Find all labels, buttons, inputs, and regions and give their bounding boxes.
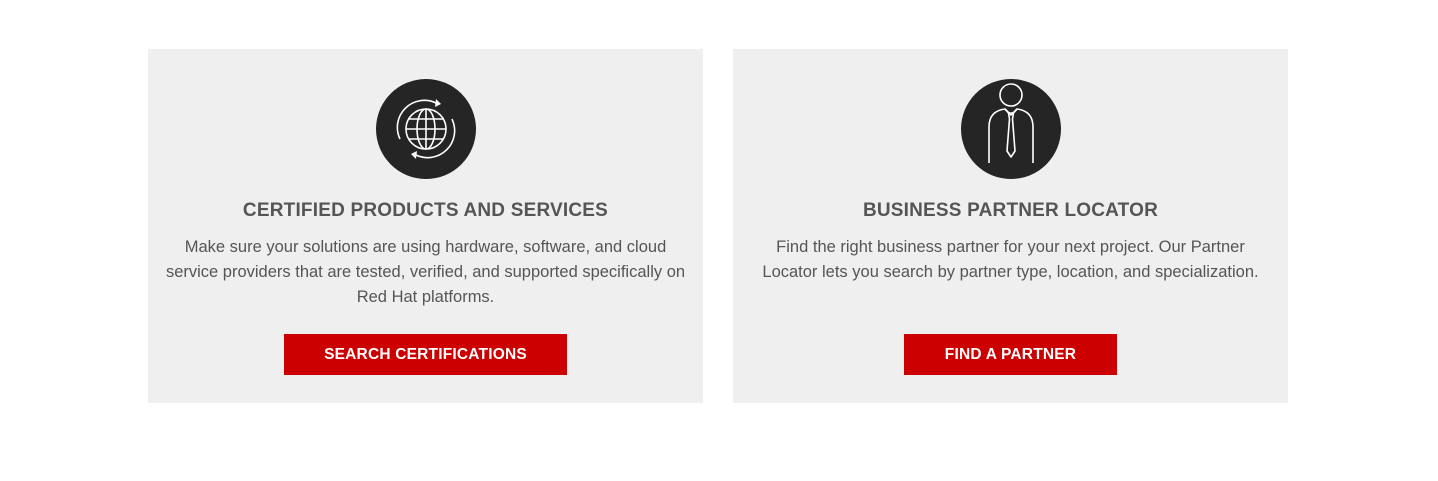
business-person-icon — [960, 79, 1061, 179]
globe-icon — [375, 79, 476, 179]
card-description: Make sure your solutions are using hardw… — [165, 238, 686, 306]
card-title: CERTIFIED PRODUCTS AND SERVICES — [242, 200, 609, 221]
card-description: Find the right business partner for your… — [762, 238, 1259, 281]
certified-products-card: CERTIFIED PRODUCTS AND SERVICES Make sur… — [148, 49, 703, 403]
card-title: BUSINESS PARTNER LOCATOR — [862, 200, 1159, 221]
page: CERTIFIED PRODUCTS AND SERVICES Make sur… — [0, 0, 1438, 481]
business-partner-locator-card: BUSINESS PARTNER LOCATOR Find the right … — [733, 49, 1288, 403]
search-certifications-button[interactable]: SEARCH CERTIFICATIONS — [284, 334, 567, 375]
find-a-partner-button[interactable]: FIND A PARTNER — [904, 334, 1117, 375]
